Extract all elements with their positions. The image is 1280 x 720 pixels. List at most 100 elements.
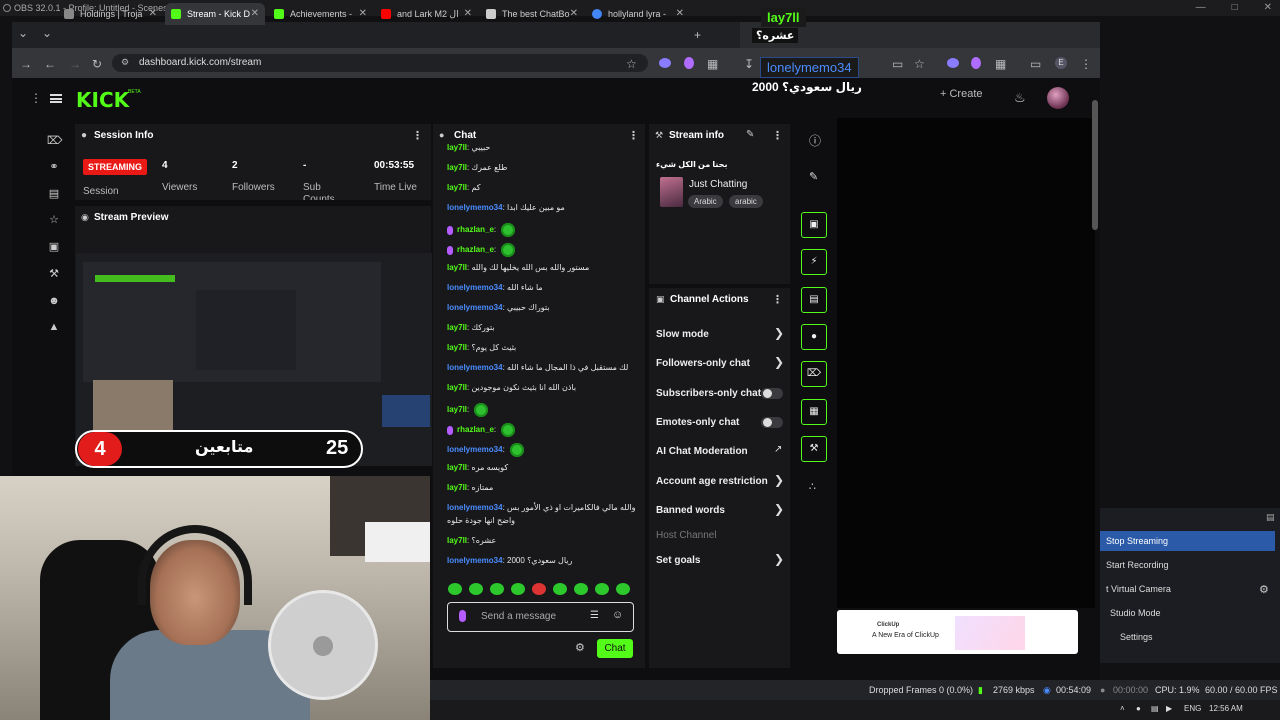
action-slow-mode[interactable]: Slow mode (656, 329, 709, 340)
notes-icon[interactable]: ▤ (801, 287, 827, 313)
tab-search-icon[interactable]: ⌄ (18, 26, 28, 40)
emote-icon[interactable] (490, 583, 504, 595)
extension-icon[interactable] (659, 58, 671, 68)
emoji-icon[interactable]: ☺ (612, 609, 623, 621)
emote-icon[interactable] (553, 583, 567, 595)
site-info-icon[interactable]: ⚙ (121, 57, 129, 68)
external-link-icon[interactable]: ↗ (774, 444, 782, 455)
extensions-icon[interactable]: ▦ (995, 57, 1006, 71)
sidebar-toggle-icon[interactable]: → (20, 57, 32, 71)
emote-icon[interactable] (616, 583, 630, 595)
bell-icon[interactable]: ♨ (1014, 90, 1026, 106)
chat-username[interactable]: lay7ll (447, 383, 467, 392)
extension-icon[interactable] (971, 57, 981, 69)
chat-send-button[interactable]: Chat (597, 639, 633, 658)
tab-1[interactable]: Stream - Kick D ✕ (165, 3, 265, 25)
subscribers-only-toggle[interactable] (761, 388, 783, 399)
chat-username[interactable]: rhazlan_e (457, 425, 494, 434)
chat-bubble-icon[interactable]: ● (801, 324, 827, 350)
extension-icon[interactable] (684, 57, 694, 69)
emote-icon[interactable] (595, 583, 609, 595)
chat-username[interactable]: lay7ll (447, 343, 467, 352)
tab-close-icon[interactable]: ✕ (676, 3, 684, 25)
layout-icon[interactable]: ▦ (801, 399, 827, 425)
chat-username[interactable]: rhazlan_e (457, 245, 494, 254)
community-icon[interactable]: ▲ (47, 320, 61, 334)
analytics-icon[interactable]: ▤ (47, 187, 61, 201)
new-tab-icon[interactable]: + (694, 28, 701, 42)
chevron-right-icon[interactable]: ❯ (774, 552, 784, 566)
chat-username[interactable]: lay7ll (447, 263, 467, 272)
bookmark-icon[interactable]: ☆ (914, 57, 925, 71)
maximize-icon[interactable]: □ (1232, 0, 1238, 16)
wrench-icon[interactable]: ⚒ (801, 436, 827, 462)
library-icon[interactable]: ▣ (47, 240, 61, 254)
extension-icon[interactable] (947, 58, 959, 68)
virtual-camera-button[interactable]: t Virtual Camera (1100, 579, 1270, 599)
tab-close-icon[interactable]: ✕ (149, 3, 157, 25)
chat-username[interactable]: rhazlan_e (457, 225, 494, 234)
chat-username[interactable]: lay7ll (447, 163, 467, 172)
link-icon[interactable]: ⚭ (47, 160, 61, 174)
minimize-icon[interactable]: — (1196, 0, 1206, 16)
sidepanel-icon[interactable]: ▭ (1030, 57, 1041, 71)
action-banned-words[interactable]: Banned words (656, 505, 725, 516)
action-emotes-only[interactable]: Emotes-only chat (656, 417, 739, 428)
chat-username[interactable]: lay7ll (447, 323, 467, 332)
menu-icon[interactable]: ⋮ (30, 91, 42, 105)
chat-username[interactable]: lonelymemo34 (447, 556, 503, 565)
kick-logo[interactable]: KICK (76, 88, 129, 112)
gear-icon[interactable]: ⚙ (1259, 583, 1269, 596)
extensions-icon[interactable]: ▦ (707, 57, 718, 71)
clock[interactable]: 12:56 AM (1209, 704, 1243, 713)
chevron-right-icon[interactable]: ❯ (774, 473, 784, 487)
create-button[interactable]: + Create (940, 88, 983, 100)
info-icon[interactable]: ⓘ (809, 132, 821, 149)
dock-menu-icon[interactable]: ▤ (1266, 512, 1275, 523)
chat-username[interactable]: lonelymemo34 (447, 445, 503, 454)
chevron-right-icon[interactable]: ❯ (774, 355, 784, 369)
kebab-icon[interactable]: ⋮ (772, 129, 783, 142)
chat-username[interactable]: lay7ll (447, 143, 467, 152)
tab-close-icon[interactable]: ✕ (251, 3, 259, 25)
studio-mode-button[interactable]: Studio Mode (1100, 603, 1270, 623)
chat-username[interactable]: lonelymemo34 (447, 303, 503, 312)
edit-icon[interactable]: ✎ (746, 129, 754, 140)
tab-list-icon[interactable]: ⌄ (42, 26, 52, 40)
lightning-icon[interactable]: ⚡ (801, 249, 827, 275)
settings-button[interactable]: Settings (1100, 627, 1270, 647)
emote-icon[interactable] (511, 583, 525, 595)
edit-icon[interactable]: ✎ (809, 170, 818, 183)
tab-5[interactable]: hollyland lyra - ✕ (586, 3, 690, 25)
kebab-icon[interactable]: ⋮ (772, 293, 783, 306)
chevron-right-icon[interactable]: ❯ (774, 502, 784, 516)
tab-close-icon[interactable]: ✕ (570, 3, 578, 25)
scrollbar[interactable] (1092, 100, 1098, 230)
action-account-age[interactable]: Account age restriction (656, 476, 768, 487)
bookmark-icon[interactable]: ☆ (626, 57, 637, 71)
network-icon[interactable]: ▤ (1151, 704, 1159, 713)
emote-icon[interactable] (574, 583, 588, 595)
tab-0[interactable]: Holdings | Troja ✕ (58, 3, 163, 25)
tab-4[interactable]: The best ChatBo ✕ (480, 3, 584, 25)
avatar[interactable] (1047, 87, 1069, 109)
stop-streaming-button[interactable]: Stop Streaming (1100, 531, 1275, 551)
tag[interactable]: arabic (729, 195, 763, 208)
action-followers-only[interactable]: Followers-only chat (656, 358, 750, 369)
users-icon[interactable]: ☻ (47, 294, 61, 308)
emote-icon[interactable] (469, 583, 483, 595)
tab-close-icon[interactable]: ✕ (464, 3, 472, 25)
broadcast-icon[interactable]: ⌦ (801, 361, 827, 387)
action-ai-moderation[interactable]: AI Chat Moderation (656, 446, 748, 457)
chat-username[interactable]: lonelymemo34 (447, 283, 503, 292)
tab-2[interactable]: Achievements - ✕ (268, 3, 373, 25)
translate-icon[interactable]: ☰ (590, 610, 599, 621)
reload-icon[interactable]: ↻ (92, 57, 102, 71)
forward-icon[interactable]: → (69, 57, 81, 71)
close-icon[interactable]: ✕ (1264, 0, 1272, 16)
chat-username[interactable]: lay7ll (447, 183, 467, 192)
chat-username[interactable]: lonelymemo34 (447, 503, 503, 512)
tag[interactable]: Arabic (688, 195, 723, 208)
gear-icon[interactable]: ⚙ (575, 641, 585, 654)
chevron-right-icon[interactable]: ❯ (774, 326, 784, 340)
